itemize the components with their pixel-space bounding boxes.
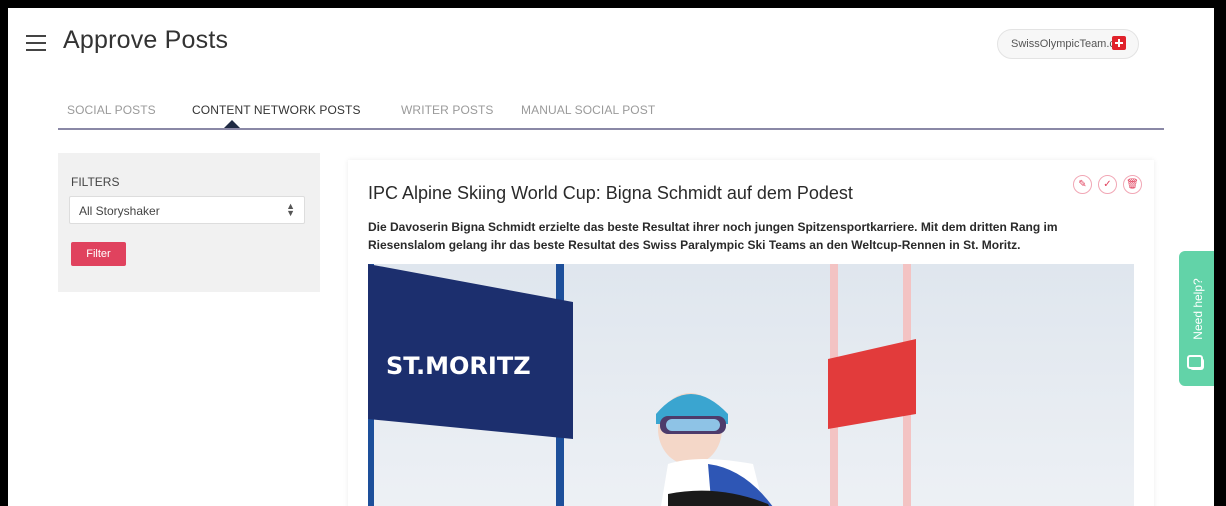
page-title: Approve Posts bbox=[63, 26, 229, 54]
select-arrows-icon: ▲ ▼ bbox=[286, 201, 295, 218]
ski-race-photo: ST.MORITZ bbox=[368, 264, 1134, 506]
post-image: ST.MORITZ bbox=[368, 264, 1134, 506]
approve-icon[interactable]: ✓ bbox=[1098, 175, 1117, 194]
tab-manual-social-post[interactable]: MANUAL SOCIAL POST bbox=[521, 103, 655, 117]
filters-panel: FILTERS All Storyshaker ▲ ▼ Filter bbox=[58, 153, 320, 292]
site-selector[interactable]: SwissOlympicTeam.ch bbox=[997, 29, 1139, 59]
filters-heading: FILTERS bbox=[71, 175, 120, 189]
chat-icon bbox=[1187, 355, 1204, 370]
need-help-tab[interactable]: Need help? bbox=[1179, 251, 1214, 386]
tab-social-posts[interactable]: SOCIAL POSTS bbox=[67, 103, 156, 117]
delete-icon[interactable]: 🗑 bbox=[1123, 175, 1142, 194]
active-tab-indicator bbox=[224, 120, 240, 128]
post-actions: ✎ ✓ 🗑 bbox=[1073, 175, 1142, 194]
hamburger-menu-icon[interactable] bbox=[26, 35, 46, 51]
site-name: SwissOlympicTeam.ch bbox=[1011, 38, 1122, 50]
tab-content-network-posts[interactable]: CONTENT NETWORK POSTS bbox=[192, 103, 361, 117]
tab-writer-posts[interactable]: WRITER POSTS bbox=[401, 103, 494, 117]
filter-button[interactable]: Filter bbox=[71, 242, 126, 266]
need-help-label: Need help? bbox=[1191, 278, 1205, 340]
banner-text: ST.MORITZ bbox=[386, 352, 531, 380]
post-description: Die Davoserin Bigna Schmidt erzielte das… bbox=[368, 220, 1058, 252]
post-card: IPC Alpine Skiing World Cup: Bigna Schmi… bbox=[348, 160, 1154, 506]
storyshaker-select[interactable]: All Storyshaker ▲ ▼ bbox=[69, 196, 305, 224]
swiss-flag-icon bbox=[1112, 36, 1126, 50]
select-value: All Storyshaker bbox=[79, 204, 160, 218]
edit-icon[interactable]: ✎ bbox=[1073, 175, 1092, 194]
app-window: Approve Posts SwissOlympicTeam.ch SOCIAL… bbox=[8, 8, 1214, 506]
post-title: IPC Alpine Skiing World Cup: Bigna Schmi… bbox=[368, 183, 853, 203]
